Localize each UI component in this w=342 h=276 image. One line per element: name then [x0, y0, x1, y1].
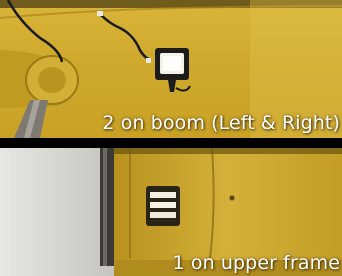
caption-boom-lights: 2 on boom (Left & Right): [102, 112, 340, 134]
frame-light-slat-3: [150, 212, 176, 218]
panel-divider: [0, 138, 342, 148]
wire-clip-2: [146, 58, 151, 63]
frame-light-slat-2: [150, 202, 176, 208]
frame-light-slat-1: [150, 192, 176, 198]
caption-upper-frame-light: 1 on upper frame: [172, 252, 340, 274]
boom-pin: [38, 67, 66, 93]
handrail-highlight: [103, 148, 107, 266]
work-light-bracket: [168, 80, 176, 92]
frame-top-edge: [114, 148, 342, 154]
wire-harness-right: [99, 13, 151, 62]
work-light-glow: [163, 56, 181, 71]
upper-frame-light-photo: 1 on upper frame: [0, 148, 342, 276]
work-light-cable: [175, 85, 191, 92]
frame-rivet: [229, 195, 235, 201]
boom-light-photo: 2 on boom (Left & Right): [0, 0, 342, 138]
photo-collage: { "panels": [ {"caption": "2 on boom (Le…: [0, 0, 342, 276]
wire-clip-1: [97, 11, 103, 16]
